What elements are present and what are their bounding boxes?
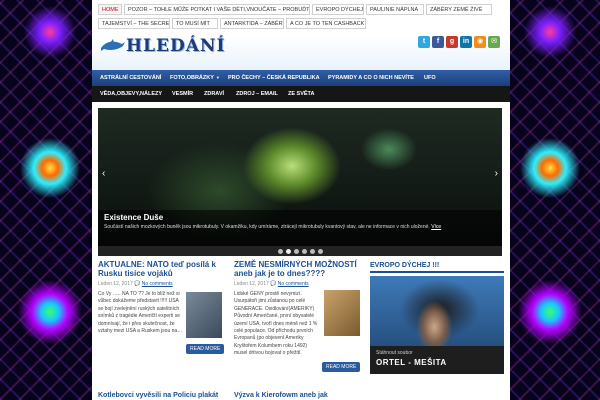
read-more-button[interactable]: READ MORE (186, 344, 225, 354)
tab-home[interactable]: HOME (98, 4, 122, 15)
tab-to-musi-mit[interactable]: TO MUSÍ MÍT (172, 18, 218, 29)
post-date: Leden 12, 2017 (234, 281, 269, 287)
post-title[interactable]: Výzva k Kierofowm aneb jak (234, 392, 328, 399)
sidebar-title: EVROPO DÝCHEJ !!! (370, 262, 504, 273)
googleplus-icon[interactable]: g (446, 36, 458, 48)
page-container: HOME POZOR – TOHLE MŮŽE POTKAT I VAŠE DĚ… (92, 0, 510, 400)
video-download-link[interactable]: Stáhnout soubor (376, 350, 413, 356)
tab-evropo[interactable]: EVROPO DÝCHEJ ! (312, 4, 364, 15)
linkedin-icon[interactable]: in (460, 36, 472, 48)
tab-antarktida[interactable]: ANTARKTIDA – ZÁBĚRY (220, 18, 284, 29)
slider-dot[interactable] (301, 248, 307, 254)
post-thumbnail[interactable] (186, 292, 222, 338)
slider-pagination (98, 246, 502, 256)
tab-tajemstvi[interactable]: TAJEMSTVÍ – THE SECRET (98, 18, 170, 29)
tab-cashback[interactable]: A CO JE TO TEN CASHBACK ? (286, 18, 366, 29)
featured-slider: ‹ › Existence Duše Součástí našich mozko… (98, 108, 502, 256)
slider-excerpt: Součástí našich mozkových buněk jsou mik… (104, 224, 430, 230)
tab-pozor[interactable]: POZOR – TOHLE MŮŽE POTKAT I VAŠE DĚTI,VN… (124, 4, 310, 15)
slider-prev-icon[interactable]: ‹ (102, 168, 105, 179)
post-comments-link[interactable]: No comments (278, 281, 309, 287)
post-comments-link[interactable]: No comments (142, 281, 173, 287)
nav-label: ZE SVĚTA (288, 91, 315, 97)
logo-text: HLEDÁNÍ (126, 36, 226, 56)
tab-paulinie[interactable]: PAULINIE NÁPLNA (366, 4, 424, 15)
primary-nav: ASTRÁLNÍ CESTOVÁNÍ FOTO,OBRÁZKY ▼ PRO ČEC… (92, 70, 510, 86)
secondary-nav: VĚDA,OBJEVY,NÁLEZY VESMÍR ZDRAVÍ ZDROJ –… (92, 86, 510, 102)
top-tabs: HOME POZOR – TOHLE MŮŽE POTKAT I VAŠE DĚ… (92, 4, 510, 36)
post-excerpt: Co Vy ….. NA TO ?? Je to blíž než si vůb… (98, 291, 183, 335)
nav-label: VESMÍR (172, 91, 194, 97)
post-meta: Leden 12, 2017 💬 No comments (98, 281, 228, 287)
nav-label: FOTO,OBRÁZKY (170, 75, 214, 81)
nav-label: PYRAMIDY A CO O NICH NEVÍTE (328, 75, 414, 81)
nav-item-zdravi[interactable]: ZDRAVÍ (204, 86, 224, 102)
nav-label: ASTRÁLNÍ CESTOVÁNÍ (100, 75, 162, 81)
slider-dot[interactable] (277, 248, 283, 254)
twitter-icon[interactable]: t (418, 36, 430, 48)
nav-item-astralni[interactable]: ASTRÁLNÍ CESTOVÁNÍ (100, 70, 161, 86)
slider-next-icon[interactable]: › (495, 168, 498, 179)
read-more-button[interactable]: READ MORE (322, 362, 361, 372)
comment-icon: 💬 (270, 281, 277, 287)
video-title[interactable]: ORTEL - MEŠITA (376, 358, 447, 367)
dolphin-icon (101, 39, 125, 51)
slider-dot[interactable] (293, 248, 299, 254)
slider-dot[interactable] (285, 248, 291, 254)
nav-item-ze-sveta[interactable]: ZE SVĚTA (288, 86, 315, 102)
site-header: HLEDÁNÍ t f g in ◉ ✉ (92, 36, 510, 70)
social-icons: t f g in ◉ ✉ (418, 36, 500, 48)
chevron-down-icon: ▼ (215, 75, 220, 80)
post-title[interactable]: ZEMĚ NESMÍRNÝCH MOŽNOSTÍ aneb jak je to … (234, 260, 364, 278)
rss-icon[interactable]: ◉ (474, 36, 486, 48)
nav-item-pyramidy[interactable]: PYRAMIDY A CO O NICH NEVÍTE (328, 70, 414, 86)
post-title[interactable]: AKTUALNE: NATO teď posílá k Rusku tisíce… (98, 260, 228, 278)
slider-dot[interactable] (309, 248, 315, 254)
nav-item-foto[interactable]: FOTO,OBRÁZKY ▼ (170, 70, 220, 86)
nav-label: ZDROJ – EMAIL (236, 91, 278, 97)
email-icon[interactable]: ✉ (488, 36, 500, 48)
post-excerpt: Lidské GENY prostě nevymizí. Usurpátoři … (234, 291, 318, 357)
post-date: Leden 12, 2017 (98, 281, 133, 287)
slider-text: Součástí našich mozkových buněk jsou mik… (104, 224, 496, 230)
comment-icon: 💬 (134, 281, 141, 287)
nav-label: VĚDA,OBJEVY,NÁLEZY (100, 91, 163, 97)
slider-more-link[interactable]: Více (431, 224, 441, 230)
slider-title[interactable]: Existence Duše (104, 213, 163, 222)
facebook-icon[interactable]: f (432, 36, 444, 48)
site-logo[interactable]: HLEDÁNÍ (100, 36, 225, 56)
nav-label: ZDRAVÍ (204, 91, 225, 97)
post-meta: Leden 12, 2017 💬 No comments (234, 281, 364, 287)
slider-caption: Existence Duše Součástí našich mozkových… (98, 210, 502, 246)
nav-label: PRO ČECHY – ČESKÁ REPUBLIKA (228, 75, 320, 81)
video-widget[interactable]: Stáhnout soubor ORTEL - MEŠITA (370, 276, 504, 374)
nav-item-veda[interactable]: VĚDA,OBJEVY,NÁLEZY (100, 86, 162, 102)
nav-item-pro-cechy[interactable]: PRO ČECHY – ČESKÁ REPUBLIKA (228, 70, 320, 86)
background-art-left (0, 0, 100, 400)
nav-item-vesmir[interactable]: VESMÍR (172, 86, 193, 102)
video-info-bar: Stáhnout soubor ORTEL - MEŠITA (370, 346, 504, 374)
tab-zabery[interactable]: ZÁBĚRY ZEMĚ ŽIVÉ (426, 4, 492, 15)
background-art-right (500, 0, 600, 400)
post-title[interactable]: Kotlebovci vyvěsili na Policiu plakát (98, 392, 218, 399)
nav-item-zdroj[interactable]: ZDROJ – EMAIL (236, 86, 278, 102)
nav-label: UFO (424, 75, 436, 81)
slider-dot[interactable] (317, 248, 323, 254)
post-thumbnail[interactable] (324, 290, 360, 336)
nav-item-ufo[interactable]: UFO (424, 70, 436, 86)
